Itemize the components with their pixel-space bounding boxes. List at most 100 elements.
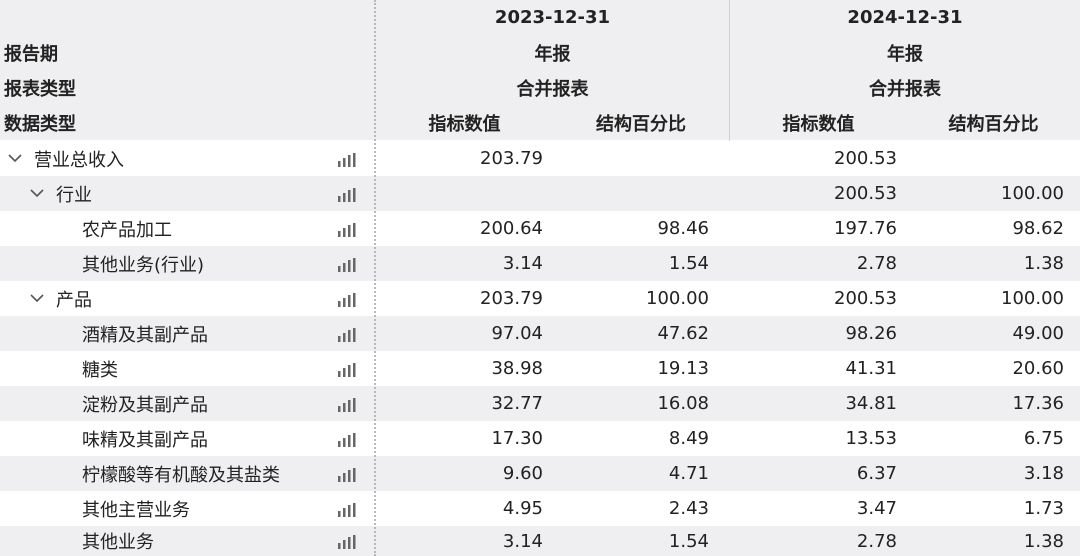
period-2-value: 2.78	[856, 253, 897, 274]
table-row[interactable]: 其他业务 3.14 1.54 2.78 1.38	[0, 526, 1080, 556]
period-1-pct: 16.08	[657, 393, 709, 414]
table-row[interactable]: 酒精及其副产品 97.04 47.62 98.26 49.00	[0, 316, 1080, 351]
period-2-pct	[907, 141, 1080, 176]
period-2-type: 年报	[887, 43, 923, 65]
period-1-pct: 1.54	[668, 530, 709, 552]
period-2-value: 98.26	[845, 323, 897, 344]
bar-chart-icon[interactable]	[338, 292, 356, 307]
table-row[interactable]: 行业 200.53 100.00	[0, 176, 1080, 211]
period-2-value: 200.53	[834, 288, 897, 309]
header-row-date: 2023-12-31 2024-12-31	[0, 0, 1080, 35]
period-2-pct: 17.36	[1012, 393, 1064, 414]
period-2-value: 200.53	[834, 183, 897, 204]
row-label: 产品	[56, 289, 92, 311]
row-label: 味精及其副产品	[82, 429, 208, 451]
period-2-pct: 3.18	[1023, 463, 1064, 484]
period-1-pct	[553, 141, 729, 176]
period-2-pct: 100.00	[1001, 288, 1064, 309]
row-label: 其他主营业务	[82, 499, 190, 521]
period-1-value: 38.98	[491, 358, 543, 379]
period-1-value-header: 指标数值	[428, 113, 501, 135]
period-1-value: 97.04	[491, 323, 543, 344]
bar-chart-icon[interactable]	[338, 467, 356, 482]
period-2-pct: 1.38	[1023, 253, 1064, 274]
bar-chart-icon[interactable]	[338, 187, 356, 202]
period-2-date: 2024-12-31	[847, 7, 963, 28]
period-2-value: 197.76	[834, 218, 897, 239]
period-1-value: 203.79	[480, 288, 543, 309]
period-1-pct: 4.71	[668, 463, 709, 484]
period-divider	[729, 0, 730, 141]
period-2-value: 13.53	[845, 428, 897, 449]
bar-chart-icon[interactable]	[338, 432, 356, 447]
chevron-down-icon[interactable]	[6, 150, 24, 168]
period-1-pct: 8.49	[668, 428, 709, 449]
period-1-value: 200.64	[480, 218, 543, 239]
row-label: 其他业务(行业)	[82, 254, 205, 276]
period-1-value: 203.79	[480, 148, 543, 169]
header-row-period: 报告期 年报 年报	[0, 35, 1080, 70]
period-2-pct: 20.60	[1012, 358, 1064, 379]
period-1-pct	[553, 176, 729, 211]
table-row[interactable]: 其他业务(行业) 3.14 1.54 2.78 1.38	[0, 246, 1080, 281]
period-2-pct: 98.62	[1012, 218, 1064, 239]
table-row[interactable]: 其他主营业务 4.95 2.43 3.47 1.73	[0, 491, 1080, 526]
period-2-pct: 100.00	[1001, 183, 1064, 204]
row-label: 行业	[56, 184, 92, 206]
period-2-pct-header: 结构百分比	[948, 113, 1039, 135]
period-2-pct: 1.73	[1023, 498, 1064, 519]
bar-chart-icon[interactable]	[338, 152, 356, 167]
table-row[interactable]: 味精及其副产品 17.30 8.49 13.53 6.75	[0, 421, 1080, 456]
bar-chart-icon[interactable]	[338, 502, 356, 517]
period-2-report-type: 合并报表	[869, 78, 941, 100]
period-2-value: 34.81	[845, 393, 897, 414]
period-1-date: 2023-12-31	[494, 7, 611, 28]
period-label: 报告期	[4, 43, 58, 65]
period-1-value: 9.60	[502, 463, 543, 484]
row-label: 其他业务	[82, 532, 154, 553]
period-1-value: 3.14	[502, 253, 543, 274]
period-1-report-type: 合并报表	[516, 78, 589, 100]
header-row-report-type: 报表类型 合并报表 合并报表	[0, 70, 1080, 105]
table-row[interactable]: 糖类 38.98 19.13 41.31 20.60	[0, 351, 1080, 386]
bar-chart-icon[interactable]	[338, 397, 356, 412]
chevron-down-icon[interactable]	[28, 185, 46, 203]
table-row[interactable]: 农产品加工 200.64 98.46 197.76 98.62	[0, 211, 1080, 246]
header-row-data-type: 数据类型 指标数值 结构百分比 指标数值 结构百分比	[0, 105, 1080, 140]
period-1-pct: 47.62	[657, 323, 709, 344]
row-label: 营业总收入	[34, 149, 124, 171]
table-row[interactable]: 柠檬酸等有机酸及其盐类 9.60 4.71 6.37 3.18	[0, 456, 1080, 491]
period-2-value: 3.47	[856, 498, 897, 519]
chevron-down-icon[interactable]	[28, 290, 46, 308]
period-2-pct: 1.38	[1023, 530, 1064, 552]
period-1-type: 年报	[534, 43, 571, 65]
period-1-pct: 19.13	[657, 358, 709, 379]
income-composition-table: 2023-12-31 2024-12-31 报告期 年报 年报 报表类型 合并报…	[0, 0, 1080, 556]
period-2-pct: 6.75	[1023, 428, 1064, 449]
bar-chart-icon[interactable]	[338, 327, 356, 342]
period-2-value-header: 指标数值	[782, 113, 855, 135]
data-type-label: 数据类型	[4, 113, 76, 135]
period-2-value: 6.37	[856, 463, 897, 484]
bar-chart-icon[interactable]	[338, 257, 356, 272]
table-row[interactable]: 产品 203.79 100.00 200.53 100.00	[0, 281, 1080, 316]
report-type-label: 报表类型	[4, 78, 76, 100]
period-2-value: 200.53	[834, 148, 897, 169]
row-label: 酒精及其副产品	[82, 324, 208, 346]
period-1-pct: 100.00	[646, 288, 709, 309]
bar-chart-icon[interactable]	[338, 534, 356, 549]
period-1-value: 32.77	[491, 393, 543, 414]
table-row[interactable]: 营业总收入 203.79 200.53	[0, 141, 1080, 176]
period-2-value: 2.78	[856, 530, 897, 552]
bar-chart-icon[interactable]	[338, 362, 356, 377]
period-2-pct: 49.00	[1012, 323, 1064, 344]
period-1-pct-header: 结构百分比	[596, 113, 686, 135]
period-1-value: 3.14	[502, 530, 543, 552]
period-1-pct: 98.46	[657, 218, 709, 239]
period-2-value: 41.31	[845, 358, 897, 379]
row-label: 糖类	[82, 359, 118, 381]
table-row[interactable]: 淀粉及其副产品 32.77 16.08 34.81 17.36	[0, 386, 1080, 421]
frozen-column-divider[interactable]	[374, 0, 376, 556]
bar-chart-icon[interactable]	[338, 222, 356, 237]
row-label: 农产品加工	[82, 219, 172, 241]
